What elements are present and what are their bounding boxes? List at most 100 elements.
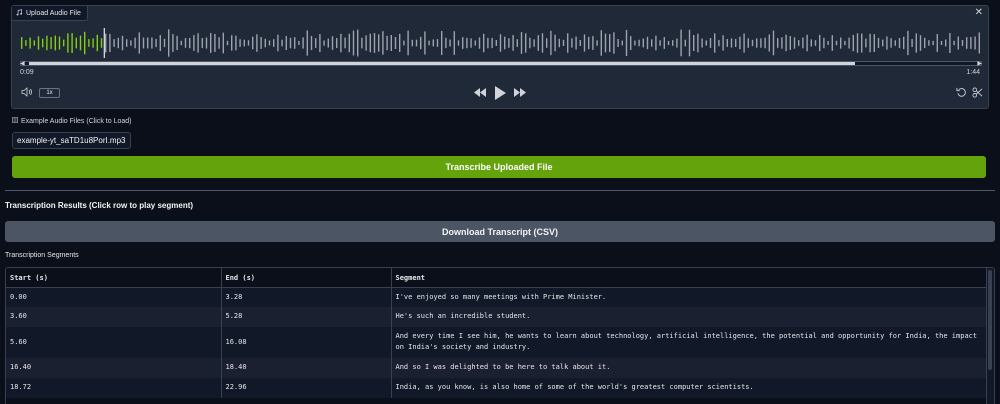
waveform-bar: [357, 29, 359, 57]
waveform-bar: [231, 35, 233, 51]
table-row[interactable]: 18.72 22.96 India, as you know, is also …: [6, 377, 989, 398]
waveform-bar: [852, 34, 854, 52]
scroll-left-arrow-icon[interactable]: ◀: [20, 60, 25, 67]
waveform-bar: [168, 29, 170, 57]
waveform-bar: [84, 31, 86, 55]
waveform-bar: [525, 33, 527, 53]
waveform-bar: [634, 40, 636, 46]
waveform-bar: [487, 37, 489, 49]
waveform-bar: [79, 35, 82, 51]
waveform-bar: [655, 35, 657, 51]
waveform-bar: [147, 37, 149, 49]
waveform-bar: [680, 29, 682, 57]
waveform-bar: [58, 36, 61, 50]
table-row[interactable]: 5.60 16.08 And every time I see him, he …: [6, 326, 989, 358]
waveform-bar: [75, 37, 77, 49]
waveform-bar: [924, 37, 926, 49]
play-icon[interactable]: [494, 86, 506, 102]
waveform-bar: [323, 40, 325, 46]
waveform-bar: [709, 38, 712, 48]
waveform-bar: [369, 33, 371, 53]
scissors-icon[interactable]: [972, 87, 983, 100]
waveform-bar: [789, 36, 791, 50]
waveform-bar: [609, 34, 611, 52]
waveform-bar: [718, 39, 720, 47]
table-row[interactable]: 16.40 18.40 And so I was delighted to be…: [6, 357, 989, 378]
table-scrollbar-thumb[interactable]: [988, 270, 992, 370]
column-header-start[interactable]: Start (s): [6, 268, 222, 288]
playback-speed-button[interactable]: 1x: [39, 88, 60, 98]
waveform-bar: [457, 40, 460, 46]
cell-end: 22.96: [221, 377, 392, 398]
waveform-bar: [117, 37, 119, 49]
waveform-bar: [953, 40, 955, 46]
waveform-bar: [735, 38, 737, 47]
waveform-bar: [411, 39, 413, 47]
waveform-bar: [453, 31, 455, 55]
waveform-bar: [945, 39, 947, 47]
waveform-bar: [978, 32, 980, 54]
cell-start: 0.00: [6, 287, 222, 307]
waveform-bar: [432, 39, 434, 47]
waveform-bar: [151, 37, 153, 49]
waveform-bar: [25, 40, 27, 46]
examples-label-text: Example Audio Files (Click to Load): [21, 117, 132, 125]
waveform-bar: [688, 29, 691, 57]
waveform-scrollbar[interactable]: ◀ ▶: [20, 60, 982, 67]
cell-end: 16.08: [221, 326, 392, 358]
waveform-bar: [218, 37, 220, 49]
column-header-segment[interactable]: Segment: [391, 268, 989, 288]
waveform-bar: [88, 39, 90, 47]
waveform-bar: [550, 30, 552, 56]
scrollbar-thumb[interactable]: [29, 62, 855, 65]
table-row[interactable]: 3.60 5.28 He's such an incredible studen…: [6, 306, 989, 327]
playhead-cursor[interactable]: [103, 28, 105, 58]
waveform-bar: [277, 34, 279, 52]
fast-forward-icon[interactable]: [514, 88, 526, 99]
waveform[interactable]: [20, 28, 982, 58]
waveform-bar: [768, 34, 770, 52]
reset-icon[interactable]: [956, 87, 967, 100]
waveform-bar: [537, 35, 539, 51]
waveform-bar: [810, 39, 812, 47]
waveform-bar: [478, 37, 481, 49]
waveform-bar: [226, 40, 229, 46]
waveform-bar: [659, 40, 661, 46]
waveform-bar: [785, 34, 787, 52]
download-transcript-button[interactable]: Download Transcript (CSV): [5, 221, 995, 242]
waveform-bar: [495, 40, 497, 46]
waveform-bar: [529, 37, 531, 49]
table-scrollbar[interactable]: [986, 268, 994, 404]
waveform-bar: [134, 37, 136, 49]
waveform-bar: [348, 33, 350, 53]
waveform-bar: [256, 34, 258, 52]
waveform-bar: [378, 34, 380, 52]
waveform-bar: [403, 40, 405, 46]
waveform-bar: [365, 35, 367, 51]
scroll-right-arrow-icon[interactable]: ▶: [977, 60, 982, 67]
volume-icon[interactable]: [21, 87, 33, 99]
waveform-bar: [512, 35, 514, 51]
waveform-bar: [327, 38, 329, 48]
waveform-bar: [29, 37, 31, 49]
waveform-bar: [71, 33, 73, 53]
current-time: 0:09: [20, 69, 34, 76]
waveform-bar: [974, 36, 976, 50]
example-file-item[interactable]: example-yt_saTD1u8PorI.mp3: [12, 132, 131, 149]
cell-segment: And every time I see him, he wants to le…: [391, 326, 989, 358]
waveform-bar: [210, 33, 212, 53]
waveform-bar: [873, 34, 875, 52]
waveform-bar: [617, 39, 619, 47]
waveform-bar: [844, 40, 846, 46]
close-icon[interactable]: ✕: [975, 7, 983, 18]
waveform-bar: [630, 36, 632, 50]
transcribe-button[interactable]: Transcribe Uploaded File: [12, 156, 986, 178]
waveform-bar: [672, 40, 674, 46]
column-header-end[interactable]: End (s): [221, 268, 392, 288]
waveform-bar: [726, 39, 728, 47]
table-row[interactable]: 0.00 3.28 I've enjoyed so many meetings …: [6, 287, 989, 307]
waveform-bar: [663, 37, 665, 49]
waveform-bar: [390, 35, 392, 51]
waveform-bar: [940, 40, 943, 45]
rewind-icon[interactable]: [474, 88, 486, 99]
